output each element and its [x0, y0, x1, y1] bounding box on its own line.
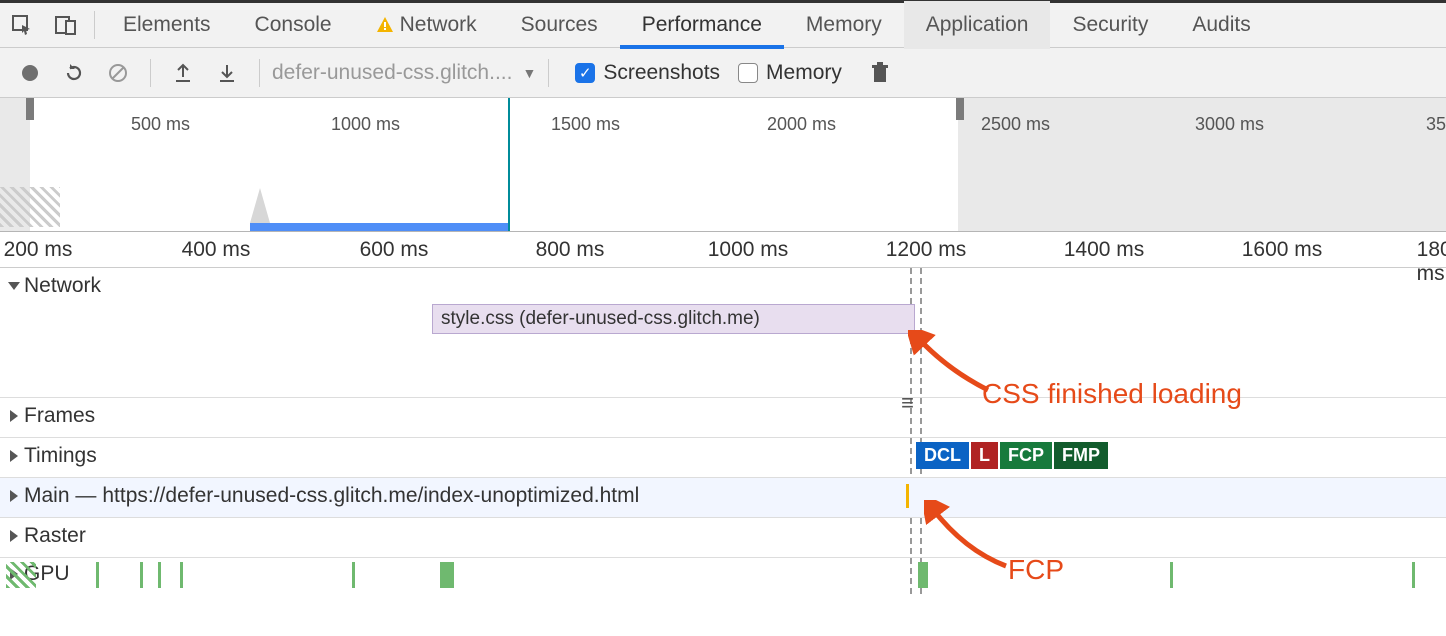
detail-tick: 600 ms — [360, 238, 429, 262]
main-activity-marker — [906, 484, 909, 508]
track-frames-header[interactable]: Frames — [0, 398, 1446, 434]
disclosure-triangle-icon — [10, 530, 18, 542]
disclosure-triangle-icon — [10, 490, 18, 502]
devtools-tabbar: Elements Console Network Sources Perform… — [0, 0, 1446, 48]
warning-icon — [376, 16, 394, 34]
badge-fcp[interactable]: FCP — [1000, 442, 1052, 469]
gpu-bar — [140, 562, 143, 588]
divider — [150, 59, 151, 87]
gpu-bar — [158, 562, 161, 588]
tab-console[interactable]: Console — [233, 1, 354, 49]
inspect-icon[interactable] — [0, 1, 44, 49]
tab-audits[interactable]: Audits — [1170, 1, 1272, 49]
gpu-bar — [1412, 562, 1415, 588]
timing-badges: DCL L FCP FMP — [916, 442, 1108, 469]
detail-tick: 200 ms — [4, 238, 73, 262]
detail-tick: 1600 ms — [1242, 238, 1323, 262]
badge-dcl[interactable]: DCL — [916, 442, 969, 469]
overview-tick: 35 — [1426, 114, 1446, 135]
screenshots-label: Screenshots — [603, 61, 720, 85]
tab-performance[interactable]: Performance — [620, 1, 784, 49]
gpu-bar — [1170, 562, 1173, 588]
track-main: Main — https://defer-unused-css.glitch.m… — [0, 478, 1446, 518]
divider — [548, 59, 549, 87]
gpu-bar — [352, 562, 355, 588]
gpu-activity-row — [0, 562, 1446, 588]
recording-select[interactable]: defer-unused-css.glitch.... ▼ — [272, 61, 536, 85]
gpu-bar — [96, 562, 99, 588]
gpu-bar — [180, 562, 183, 588]
overview-playhead[interactable] — [508, 98, 510, 231]
track-raster: Raster — [0, 518, 1446, 558]
garbage-collect-button[interactable] — [860, 53, 900, 93]
track-timings: Timings DCL L FCP FMP — [0, 438, 1446, 478]
track-gpu: GPU — [0, 558, 1446, 594]
overview-timeline[interactable]: 500 ms 1000 ms 1500 ms 2000 ms 2500 ms 3… — [0, 98, 1446, 232]
tab-security[interactable]: Security — [1050, 1, 1170, 49]
overview-tick: 2500 ms — [981, 114, 1050, 135]
detail-tick: 1200 ms — [886, 238, 967, 262]
disclosure-triangle-icon — [10, 410, 18, 422]
tab-network-label: Network — [400, 13, 477, 37]
overview-cpu-hatch — [0, 187, 60, 227]
overview-ticks: 500 ms 1000 ms 1500 ms 2000 ms 2500 ms 3… — [0, 98, 1446, 122]
track-raster-label: Raster — [24, 524, 86, 548]
memory-checkbox[interactable]: Memory — [738, 61, 842, 85]
overview-tick: 3000 ms — [1195, 114, 1264, 135]
screenshots-checkbox[interactable]: ✓ Screenshots — [575, 61, 720, 85]
tab-elements[interactable]: Elements — [101, 1, 233, 49]
overview-network-bar — [250, 223, 508, 231]
track-network-header[interactable]: Network — [0, 268, 1446, 304]
badge-load[interactable]: L — [971, 442, 998, 469]
load-profile-button[interactable] — [163, 53, 203, 93]
track-timings-header[interactable]: Timings — [0, 438, 1446, 474]
overview-tick: 500 ms — [131, 114, 190, 135]
tab-network[interactable]: Network — [354, 1, 499, 49]
memory-label: Memory — [766, 61, 842, 85]
track-network: Network style.css (defer-unused-css.glit… — [0, 268, 1446, 398]
checkbox-unchecked-icon — [738, 63, 758, 83]
chevron-down-icon: ▼ — [522, 65, 536, 81]
badge-fmp[interactable]: FMP — [1054, 442, 1108, 469]
track-main-url: https://defer-unused-css.glitch.me/index… — [102, 484, 639, 508]
track-timings-label: Timings — [24, 444, 97, 468]
flame-chart-area[interactable]: Network style.css (defer-unused-css.glit… — [0, 268, 1446, 594]
save-profile-button[interactable] — [207, 53, 247, 93]
recording-select-label: defer-unused-css.glitch.... — [272, 61, 512, 85]
track-frames: Frames — [0, 398, 1446, 438]
record-button[interactable] — [10, 53, 50, 93]
clear-button[interactable] — [98, 53, 138, 93]
detail-ruler[interactable]: 200 ms 400 ms 600 ms 800 ms 1000 ms 1200… — [0, 232, 1446, 268]
track-network-label: Network — [24, 274, 101, 298]
detail-tick: 1400 ms — [1064, 238, 1145, 262]
network-request-bar[interactable]: style.css (defer-unused-css.glitch.me) — [432, 304, 915, 334]
reload-button[interactable] — [54, 53, 94, 93]
performance-toolbar: defer-unused-css.glitch.... ▼ ✓ Screensh… — [0, 48, 1446, 98]
disclosure-triangle-icon — [10, 450, 18, 462]
overview-tick: 1500 ms — [551, 114, 620, 135]
track-main-header[interactable]: Main — https://defer-unused-css.glitch.m… — [0, 478, 1446, 514]
track-raster-header[interactable]: Raster — [0, 518, 1446, 554]
network-request-label: style.css (defer-unused-css.glitch.me) — [441, 308, 760, 330]
detail-tick: 1000 ms — [708, 238, 789, 262]
track-frames-label: Frames — [24, 404, 95, 428]
device-toggle-icon[interactable] — [44, 1, 88, 49]
tab-application[interactable]: Application — [904, 1, 1051, 49]
detail-tick: 800 ms — [536, 238, 605, 262]
gpu-bar — [6, 562, 36, 588]
gpu-bar — [918, 562, 928, 588]
overview-activity-peak — [230, 183, 290, 223]
overview-tick: 2000 ms — [767, 114, 836, 135]
divider — [94, 11, 95, 39]
divider — [259, 59, 260, 87]
disclosure-triangle-icon — [8, 282, 20, 290]
detail-tick: 400 ms — [182, 238, 251, 262]
tab-sources[interactable]: Sources — [499, 1, 620, 49]
checkbox-checked-icon: ✓ — [575, 63, 595, 83]
gpu-bar — [440, 562, 454, 588]
track-main-prefix: Main — — [24, 484, 96, 508]
overview-tick: 1000 ms — [331, 114, 400, 135]
tab-memory[interactable]: Memory — [784, 1, 904, 49]
